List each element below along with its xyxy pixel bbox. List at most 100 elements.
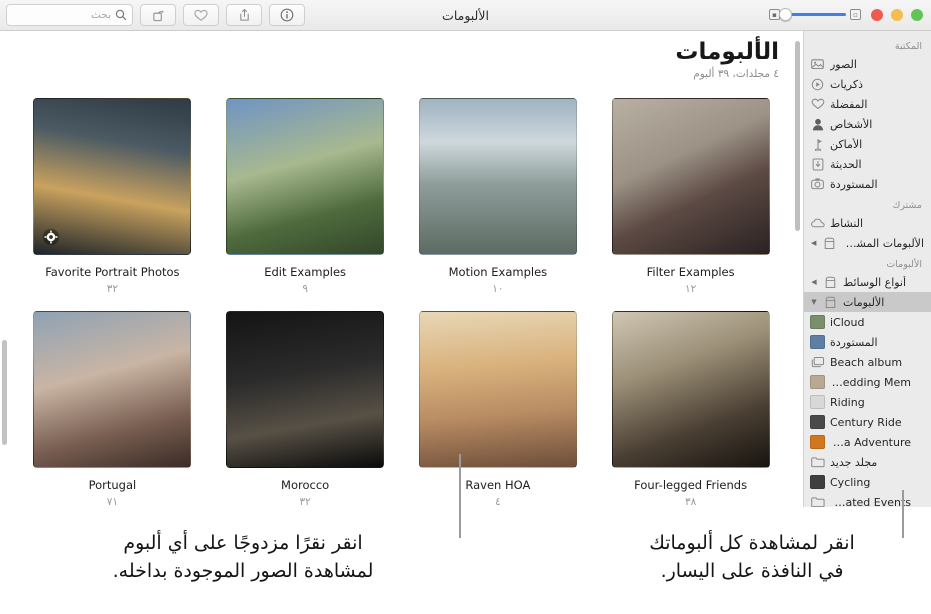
album-title: Portugal bbox=[88, 478, 137, 492]
photos-app-window: الألبومات بحث ▪ ▫ الألبومات ٤ مجلدات، ٣٩… bbox=[0, 0, 931, 614]
thumbnail-zoom-slider[interactable]: ▪ ▫ bbox=[769, 8, 861, 21]
folder-icon bbox=[810, 455, 825, 469]
sidebar-item-الألبومات-المشتركة[interactable]: ◀ الألبومات المشتركة bbox=[804, 233, 931, 253]
main-scrollbar[interactable] bbox=[795, 41, 800, 231]
sidebar-item-label: النشاط bbox=[830, 216, 864, 230]
sidebar-item-beach-album[interactable]: Beach album bbox=[804, 352, 931, 372]
sidebar-item-الألبومات[interactable]: ▼ الألبومات bbox=[804, 292, 931, 312]
chevron-down-icon[interactable]: ▼ bbox=[810, 298, 818, 306]
rotate-button[interactable] bbox=[140, 4, 176, 26]
sidebar-item-label: الصور bbox=[830, 57, 857, 71]
sidebar-item-الحديثة[interactable]: الحديثة bbox=[804, 154, 931, 174]
album-thumbnail-icon bbox=[810, 415, 825, 429]
sidebar-item-label: India Adventure bbox=[830, 435, 911, 449]
info-button[interactable] bbox=[269, 4, 305, 26]
close-button[interactable] bbox=[871, 9, 883, 21]
sidebar-item-الأشخاص[interactable]: الأشخاص bbox=[804, 114, 931, 134]
window-controls bbox=[871, 9, 923, 21]
sidebar-item-riding[interactable]: Riding bbox=[804, 392, 931, 412]
places-pin-icon bbox=[810, 137, 825, 151]
zoom-slider-knob[interactable] bbox=[779, 8, 792, 21]
zoom-slider-track[interactable] bbox=[779, 8, 846, 21]
info-icon bbox=[280, 8, 294, 22]
sidebar-item-الصور[interactable]: الصور bbox=[804, 54, 931, 74]
sidebar-item-المستوردة[interactable]: المستوردة bbox=[804, 332, 931, 352]
album-count: ٣٢ bbox=[106, 283, 119, 295]
search-placeholder: بحث bbox=[90, 9, 111, 21]
album-count: ٧١ bbox=[106, 496, 119, 507]
sidebar-item-century-ride[interactable]: Century Ride bbox=[804, 412, 931, 432]
sidebar-item-icloud[interactable]: iCloud bbox=[804, 312, 931, 332]
zoom-button[interactable] bbox=[911, 9, 923, 21]
album-thumbnail[interactable] bbox=[226, 311, 385, 468]
cloud-icon bbox=[810, 216, 825, 230]
gear-icon[interactable] bbox=[42, 228, 60, 246]
sidebar-item-migrated-events[interactable]: Migrated Events bbox=[804, 492, 931, 507]
right-callout-text: انقر لمشاهدة كل ألبوماتك في النافذة على ا… bbox=[649, 532, 855, 583]
share-button[interactable] bbox=[226, 4, 262, 26]
album-cell[interactable]: Motion Examples ١٠ bbox=[402, 92, 595, 305]
chevron-left-icon[interactable]: ◀ bbox=[810, 239, 817, 247]
memories-icon bbox=[810, 77, 825, 91]
sidebar-item-المستوردة[interactable]: المستوردة bbox=[804, 174, 931, 194]
album-title: Edit Examples bbox=[264, 265, 347, 279]
album-thumbnail-icon bbox=[810, 375, 825, 389]
album-thumbnail[interactable] bbox=[418, 311, 577, 468]
album-cell[interactable]: Four-legged Friends ٣٨ bbox=[594, 305, 787, 507]
album-cell[interactable]: Filter Examples ١٢ bbox=[594, 92, 787, 305]
album-thumbnail[interactable] bbox=[33, 98, 192, 255]
album-thumbnail-icon bbox=[810, 395, 825, 409]
chevron-left-icon[interactable]: ◀ bbox=[810, 278, 818, 286]
imported-camera-icon bbox=[810, 177, 825, 191]
album-cell[interactable]: Raven HOA ٤ bbox=[402, 305, 595, 507]
sidebar-item-مجلد-جديد[interactable]: مجلد جديد bbox=[804, 452, 931, 472]
album-count: ١٠ bbox=[492, 283, 504, 295]
page-title: الألبومات bbox=[675, 39, 779, 65]
album-cell[interactable]: Favorite Portrait Photos ٣٢ bbox=[16, 92, 209, 305]
album-cell[interactable]: Morocco ٣٢ bbox=[209, 305, 402, 507]
sidebar-item-النشاط[interactable]: النشاط bbox=[804, 213, 931, 233]
sidebar-item-label: iCloud bbox=[830, 315, 865, 329]
sidebar-item-india-adventure[interactable]: India Adventure bbox=[804, 432, 931, 452]
heart-icon bbox=[194, 9, 208, 22]
left-scrollbar[interactable] bbox=[0, 340, 9, 445]
album-thumbnail[interactable] bbox=[611, 311, 770, 468]
album-thumbnail[interactable] bbox=[418, 98, 577, 255]
sidebar-item-label: Riding bbox=[830, 395, 865, 409]
minimize-button[interactable] bbox=[891, 9, 903, 21]
album-thumbnail[interactable] bbox=[611, 98, 770, 255]
sidebar-item-label: Migrated Events bbox=[830, 495, 911, 508]
albums-grid: Filter Examples ١٢ Motion Examples ١٠ Edit E… bbox=[0, 84, 803, 507]
album-title: Four-legged Friends bbox=[634, 478, 748, 492]
sidebar-item-ذكريات[interactable]: ذكريات bbox=[804, 74, 931, 94]
album-thumbnail[interactable] bbox=[226, 98, 385, 255]
sidebar-item-label: ذكريات bbox=[830, 77, 863, 91]
page-header: الألبومات ٤ مجلدات، ٣٩ ألبوم bbox=[0, 31, 803, 84]
zoom-in-icon: ▫ bbox=[850, 9, 861, 20]
person-icon bbox=[810, 117, 825, 131]
album-thumbnail-icon bbox=[810, 475, 825, 489]
callout-annotations: انقر لمشاهدة كل ألبوماتك في النافذة على ا… bbox=[0, 454, 931, 614]
album-title: Motion Examples bbox=[448, 265, 548, 279]
share-icon bbox=[238, 8, 251, 22]
album-cell[interactable]: Portugal ٧١ bbox=[16, 305, 209, 507]
sidebar-section-header: المكتبة bbox=[894, 41, 922, 52]
left-callout-line bbox=[459, 454, 461, 538]
sidebar-item-wedding-mem...[interactable]: Wedding Mem... bbox=[804, 372, 931, 392]
album-cell[interactable]: Edit Examples ٩ bbox=[209, 92, 402, 305]
sidebar-item-أنواع-الوسائط[interactable]: ◀ أنواع الوسائط bbox=[804, 272, 931, 292]
search-input[interactable]: بحث bbox=[6, 4, 133, 26]
sidebar-item-المفضلة[interactable]: المفضلة bbox=[804, 94, 931, 114]
sidebar-item-الأماكن[interactable]: الأماكن bbox=[804, 134, 931, 154]
favorite-button[interactable] bbox=[183, 4, 219, 26]
album-thumbnail-icon bbox=[810, 335, 825, 349]
recents-icon bbox=[810, 157, 825, 171]
album-title: Favorite Portrait Photos bbox=[45, 265, 180, 279]
shared-albums-icon bbox=[822, 236, 837, 250]
sidebar-item-cycling[interactable]: Cycling bbox=[804, 472, 931, 492]
search-icon bbox=[115, 9, 127, 21]
sidebar-item-label: Century Ride bbox=[830, 415, 902, 429]
album-thumbnail[interactable] bbox=[33, 311, 192, 468]
heart-icon bbox=[810, 97, 825, 111]
sidebar-item-label: المستوردة bbox=[830, 177, 878, 191]
